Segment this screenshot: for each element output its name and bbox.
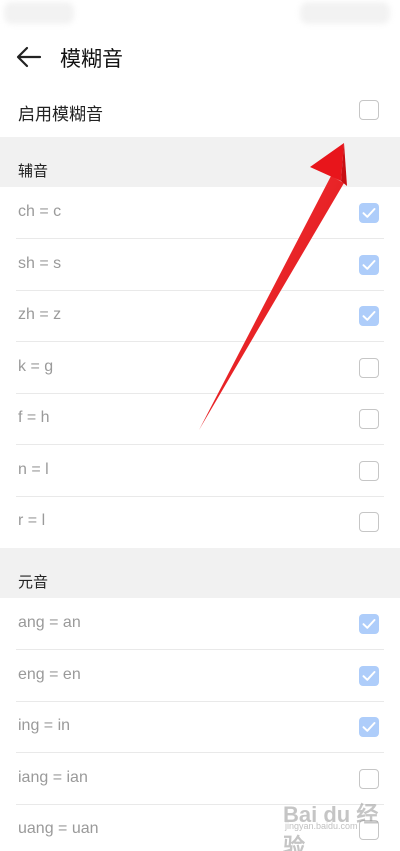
back-button[interactable]	[12, 42, 46, 72]
arrow-left-icon	[16, 46, 42, 68]
header: 模糊音	[0, 32, 400, 82]
option-checkbox[interactable]	[359, 306, 379, 326]
option-label: ing = in	[18, 717, 71, 734]
section-title-vowels: 元音	[18, 573, 49, 591]
option-checkbox[interactable]	[359, 665, 379, 686]
checkmark-icon	[362, 311, 376, 321]
option-row[interactable]: ing = in	[0, 702, 400, 753]
option-label: sh = s	[18, 254, 62, 272]
option-label: ang = an	[18, 614, 81, 631]
option-row[interactable]: ch = c	[0, 188, 400, 239]
status-bar	[0, 0, 400, 32]
option-row[interactable]: eng = en	[0, 651, 400, 702]
option-row[interactable]: n = l	[0, 446, 400, 497]
option-checkbox[interactable]	[359, 460, 379, 481]
option-label: uang = uan	[18, 820, 99, 837]
option-checkbox[interactable]	[359, 717, 379, 737]
enable-fuzzy-label: 启用模糊音	[18, 105, 103, 125]
option-label: f = h	[18, 409, 50, 426]
option-checkbox[interactable]	[359, 203, 379, 223]
baidu-jingyan-watermark: Bai du 经验 jingyan.baidu.com	[283, 797, 398, 851]
page-title: 模糊音	[60, 47, 123, 71]
option-row[interactable]: sh = s	[0, 240, 400, 291]
option-checkbox[interactable]	[359, 512, 379, 532]
option-label: eng = en	[18, 665, 81, 683]
status-bar-left-blurred	[4, 2, 74, 24]
option-label: n = l	[18, 460, 49, 478]
checkmark-icon	[362, 208, 376, 218]
status-bar-right-blurred	[300, 2, 390, 24]
checkmark-icon	[362, 722, 376, 732]
option-label: iang = ian	[18, 768, 88, 786]
option-checkbox[interactable]	[359, 768, 379, 789]
option-row[interactable]: f = h	[0, 394, 400, 445]
option-label: zh = z	[18, 306, 62, 323]
checkmark-icon	[362, 259, 376, 270]
fuzzy-pinyin-settings-screen: 模糊音 启用模糊音 辅音 ch = c sh = s zh = z k = g f = …	[0, 0, 400, 851]
option-label: ch = c	[18, 203, 62, 220]
option-row[interactable]: k = g	[0, 343, 400, 394]
section-title-consonants: 辅音	[18, 162, 49, 180]
section-header-consonants: 辅音	[0, 137, 400, 187]
enable-fuzzy-checkbox[interactable]	[359, 100, 379, 120]
option-checkbox[interactable]	[359, 614, 379, 634]
section-header-vowels: 元音	[0, 548, 400, 598]
option-row[interactable]: zh = z	[0, 291, 400, 342]
option-label: r = l	[18, 512, 46, 529]
option-checkbox[interactable]	[359, 254, 379, 275]
enable-fuzzy-row[interactable]: 启用模糊音	[0, 86, 400, 136]
checkmark-icon	[362, 619, 376, 629]
watermark-url: jingyan.baidu.com	[285, 821, 358, 831]
checkmark-icon	[362, 670, 376, 681]
option-label: k = g	[18, 357, 54, 375]
option-row[interactable]: ang = an	[0, 599, 400, 650]
option-checkbox[interactable]	[359, 409, 379, 429]
option-checkbox[interactable]	[359, 357, 379, 378]
option-row[interactable]: r = l	[0, 497, 400, 548]
